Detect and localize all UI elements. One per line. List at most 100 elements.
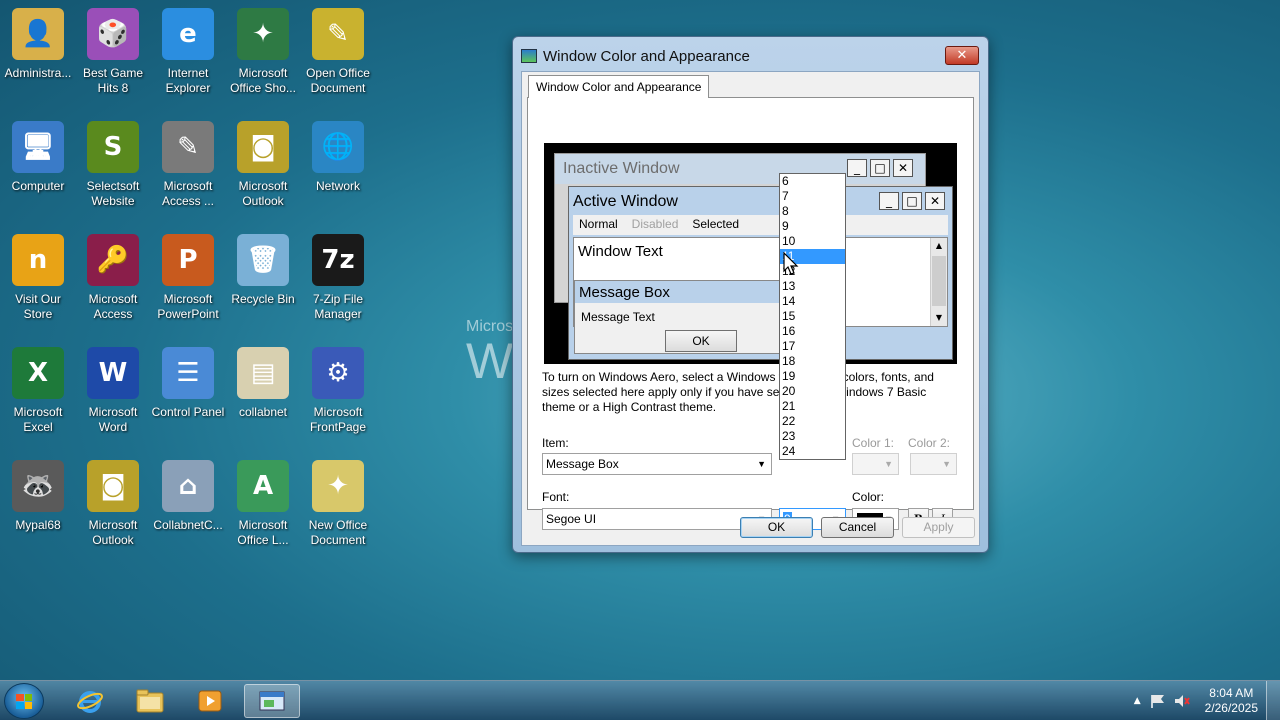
font-size-option[interactable]: 8	[780, 204, 845, 219]
taskbar-media-player[interactable]	[182, 684, 238, 718]
desktop-icon[interactable]: 7z 7-Zip File Manager	[301, 226, 375, 330]
app-icon: X	[12, 347, 64, 399]
desktop-icon[interactable]: ⌂ CollabnetC...	[151, 452, 225, 556]
item-select[interactable]: Message Box ▼	[542, 453, 772, 475]
font-size-option[interactable]: 22	[780, 414, 845, 429]
desktop-icon[interactable]: ✦ Microsoft Office Sho...	[226, 0, 300, 104]
clock-date: 2/26/2025	[1204, 701, 1258, 715]
tab-panel: Inactive Window _ □ ✕ Active Window _ □ …	[527, 97, 974, 530]
window-appearance-icon	[259, 691, 285, 711]
preview-message-box[interactable]: Message Box Message Text OK	[574, 280, 780, 354]
desktop-icon-label: collabnet	[238, 405, 288, 419]
font-size-dropdown-list[interactable]: 6 7 8 9 10 11 12 13 14 15 16 17 18 19 20 21 22 23 24	[779, 173, 846, 460]
desktop-icon[interactable]: 🌐 Network	[301, 113, 375, 217]
desktop-icon[interactable]: ☰ Control Panel	[151, 339, 225, 443]
desktop-icon[interactable]: ✎ Open Office Document	[301, 0, 375, 104]
font-size-option[interactable]: 16	[780, 324, 845, 339]
font-size-option[interactable]: 15	[780, 309, 845, 324]
taskbar-internet-explorer[interactable]	[62, 684, 118, 718]
appearance-preview[interactable]: Inactive Window _ □ ✕ Active Window _ □ …	[544, 143, 957, 364]
action-center-flag-icon[interactable]	[1149, 693, 1167, 709]
desktop-icon[interactable]: 🔑 Microsoft Access	[76, 226, 150, 330]
active-caption-buttons: _ □ ✕	[879, 192, 945, 210]
desktop-icon-label: Microsoft PowerPoint	[157, 292, 219, 321]
font-size-option[interactable]: 23	[780, 429, 845, 444]
desktop-icon[interactable]: n Visit Our Store	[1, 226, 75, 330]
font-size-option[interactable]: 13	[780, 279, 845, 294]
font-select[interactable]: Segoe UI ▼	[542, 508, 772, 530]
font-size-option[interactable]: 14	[780, 294, 845, 309]
ok-button[interactable]: OK	[740, 517, 813, 538]
font-size-option[interactable]: 20	[780, 384, 845, 399]
desktop-icon[interactable]: 🦝 Mypal68	[1, 452, 75, 556]
app-icon: 🖥	[12, 121, 64, 173]
desktop-icon[interactable]: e Internet Explorer	[151, 0, 225, 104]
volume-muted-icon[interactable]	[1173, 693, 1191, 709]
font-size-option[interactable]: 7	[780, 189, 845, 204]
color2-select[interactable]: ▼	[910, 453, 957, 475]
show-desktop-button[interactable]	[1266, 681, 1280, 720]
menu-disabled[interactable]: Disabled	[632, 215, 679, 235]
menu-selected[interactable]: Selected	[692, 215, 739, 235]
desktop-icon[interactable]: ✦ New Office Document	[301, 452, 375, 556]
desktop-icon[interactable]: W Microsoft Word	[76, 339, 150, 443]
desktop-icon[interactable]: X Microsoft Excel	[1, 339, 75, 443]
desktop-icon[interactable]: 🖥 Computer	[1, 113, 75, 217]
font-label: Font:	[542, 490, 570, 504]
active-window-title: Active Window	[573, 193, 678, 210]
clock[interactable]: 8:04 AM 2/26/2025	[1205, 686, 1258, 716]
color1-label: Color 1:	[852, 436, 895, 450]
color2-label: Color 2:	[908, 436, 951, 450]
desktop-icon[interactable]: ⚙ Microsoft FrontPage	[301, 339, 375, 443]
desktop-icon[interactable]: 🗑 Recycle Bin	[226, 226, 300, 330]
desktop-icon[interactable]: S Selectsoft Website	[76, 113, 150, 217]
font-size-option[interactable]: 9	[780, 219, 845, 234]
desktop-icon[interactable]: ◙ Microsoft Outlook	[226, 113, 300, 217]
app-icon: ✦	[312, 460, 364, 512]
font-size-option[interactable]: 10	[780, 234, 845, 249]
info-text: To turn on Windows Aero, select a Window…	[542, 370, 934, 414]
maximize-icon: □	[870, 159, 890, 177]
scroll-up-icon: ▲	[935, 241, 943, 250]
taskbar-control-panel-window[interactable]	[244, 684, 300, 718]
font-size-option[interactable]: 6	[780, 174, 845, 189]
maximize-icon: □	[902, 192, 922, 210]
desktop-icon[interactable]: 🎲 Best Game Hits 8	[76, 0, 150, 104]
desktop-icon-label: Microsoft FrontPage	[309, 405, 367, 434]
menu-normal[interactable]: Normal	[579, 215, 618, 235]
desktop-icon[interactable]: ◙ Microsoft Outlook	[76, 452, 150, 556]
cancel-button[interactable]: Cancel	[821, 517, 894, 538]
close-button[interactable]: ✕	[945, 46, 979, 65]
desktop-icon-label: Microsoft Office Sho...	[230, 66, 296, 95]
font-size-option[interactable]: 24	[780, 444, 845, 459]
desktop-icon-label: Network	[315, 179, 360, 193]
window-color-appearance-dialog: Window Color and Appearance ✕ Window Col…	[512, 36, 989, 553]
color1-select[interactable]: ▼	[852, 453, 899, 475]
start-button[interactable]	[4, 683, 44, 719]
desktop-icon-label: Microsoft Office L...	[237, 518, 289, 547]
minimize-icon: _	[847, 159, 867, 177]
font-value: Segoe UI	[546, 512, 597, 526]
font-size-option[interactable]: 17	[780, 339, 845, 354]
dialog-titlebar[interactable]: Window Color and Appearance	[521, 45, 750, 67]
message-text: Message Text	[581, 310, 655, 324]
desktop-icon[interactable]: ▤ collabnet	[226, 339, 300, 443]
preview-scrollbar[interactable]: ▲ ▼	[930, 238, 947, 326]
font-size-option[interactable]: 19	[780, 369, 845, 384]
font-size-option[interactable]: 18	[780, 354, 845, 369]
taskbar-windows-explorer[interactable]	[122, 684, 178, 718]
app-icon: W	[87, 347, 139, 399]
minimize-icon: _	[879, 192, 899, 210]
desktop-icon[interactable]: 👤 Administra...	[1, 0, 75, 104]
show-hidden-icons-icon[interactable]: ▲	[1134, 696, 1141, 706]
tab-window-color-appearance[interactable]: Window Color and Appearance	[528, 75, 710, 98]
font-size-option[interactable]: 21	[780, 399, 845, 414]
desktop-icon-label: Open Office Document	[306, 66, 370, 95]
desktop-icon[interactable]: P Microsoft PowerPoint	[151, 226, 225, 330]
apply-button[interactable]: Apply	[902, 517, 975, 538]
app-icon: ▤	[237, 347, 289, 399]
app-icon: ✦	[237, 8, 289, 60]
item-value: Message Box	[546, 457, 619, 471]
desktop-icon[interactable]: ✎ Microsoft Access ...	[151, 113, 225, 217]
desktop-icon[interactable]: A Microsoft Office L...	[226, 452, 300, 556]
